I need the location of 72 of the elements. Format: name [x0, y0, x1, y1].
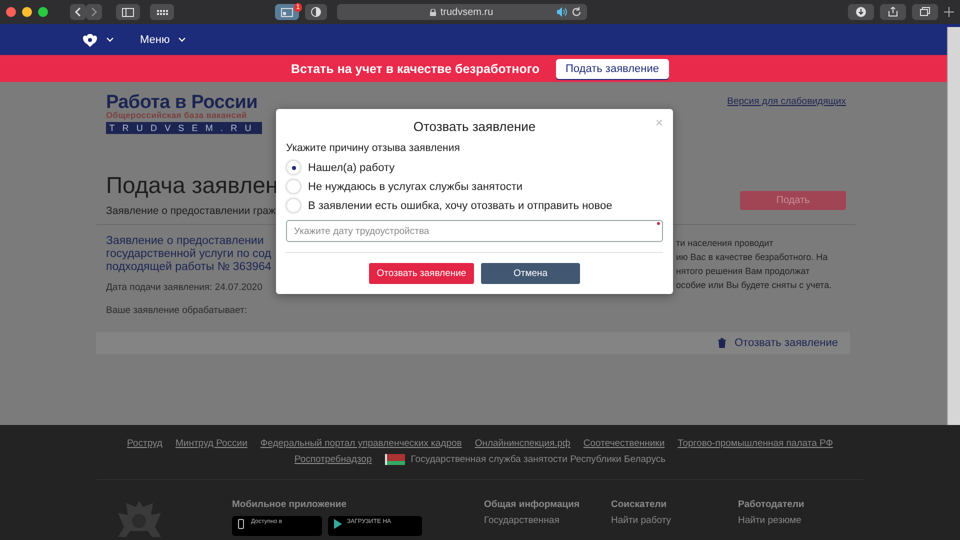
- footer-link[interactable]: Онлайнинспекция.рф: [474, 438, 570, 449]
- withdraw-link[interactable]: Отозвать заявление: [712, 336, 844, 350]
- chevron-down-icon: [178, 37, 186, 42]
- reload-icon[interactable]: [572, 7, 582, 17]
- new-tab-icon[interactable]: [944, 7, 954, 17]
- reason-label[interactable]: В заявлении есть ошибка, хочу отозвать и отправить новое: [308, 200, 612, 212]
- submission-date: Дата подачи заявления: 24.07.2020: [106, 282, 264, 293]
- logo-domain: TRUDVSEM.RU: [106, 122, 262, 134]
- reason-label[interactable]: Не нуждаюсь в услугах службы занятости: [308, 180, 523, 192]
- address-bar[interactable]: trudvsem.ru: [337, 4, 586, 20]
- reason-label[interactable]: Нашел(а) работу: [308, 162, 395, 174]
- chevron-left-icon: [74, 7, 82, 17]
- banner-text: Встать на учет в качестве безработного: [290, 62, 540, 76]
- phone-icon: [238, 519, 246, 529]
- chevron-right-icon: [90, 7, 98, 17]
- sidebar-icon: [122, 8, 134, 16]
- radio-button[interactable]: [286, 198, 301, 213]
- flag-icon: [384, 454, 405, 465]
- reason-prompt: Укажите причину отзыва заявления: [286, 142, 461, 154]
- processor-label: Ваше заявление обрабатывает:: [106, 305, 248, 316]
- footer-heading: Общая информация: [484, 499, 581, 510]
- trash-icon: [718, 338, 726, 348]
- back-button[interactable]: [70, 4, 86, 20]
- tabs-button[interactable]: [912, 4, 938, 20]
- share-button[interactable]: [880, 4, 906, 20]
- download-icon: [856, 7, 866, 17]
- url-text: trudvsem.ru: [440, 6, 494, 18]
- footer-link[interactable]: Федеральный портал управленческих кадров: [260, 438, 462, 449]
- lock-icon: [430, 8, 436, 16]
- footer-link[interactable]: Найти работу: [611, 515, 738, 526]
- minimize-window-button[interactable]: [22, 7, 32, 17]
- withdraw-button[interactable]: Отозвать заявление: [369, 263, 474, 284]
- play-icon: [334, 519, 342, 529]
- radio-button[interactable]: [286, 160, 301, 175]
- chevron-down-icon[interactable]: [106, 37, 114, 42]
- download-button[interactable]: [848, 4, 874, 20]
- radio-button[interactable]: [286, 179, 301, 194]
- application-title: Заявление о предоставлении государственной услуги по сод подходящей работы № 363964: [106, 235, 272, 274]
- footer-link[interactable]: Государственная служба занятости Республики Беларусь: [410, 454, 666, 465]
- footer-link[interactable]: Минтруд России: [175, 438, 248, 449]
- menu-button[interactable]: Меню: [140, 34, 186, 46]
- close-window-button[interactable]: [6, 7, 16, 17]
- cancel-button[interactable]: Отмена: [481, 263, 580, 284]
- date-input-field[interactable]: Укажите дату трудоустройства: [286, 220, 663, 242]
- footer-link[interactable]: Найти резюме: [738, 515, 865, 526]
- accessibility-link[interactable]: Версия для слабовидящих: [727, 96, 846, 107]
- dialog-title: Отозвать заявление: [413, 119, 536, 134]
- contrast-icon: [311, 7, 321, 17]
- logo-subtitle: Общероссийская база вакансий: [106, 111, 248, 120]
- footer-link[interactable]: Торгово-промышленная палата РФ: [678, 438, 833, 449]
- footer-heading: Соискатели: [611, 499, 668, 510]
- page-subtitle: Заявление о предоставлении граж: [106, 205, 276, 217]
- grid-button[interactable]: [150, 4, 174, 20]
- window-icon: [281, 8, 293, 16]
- status-info-text: ти населения проводит ию Вас в качестве безработного. На нятого решения Вам продолжат особие или Вы будете сняты с учета.: [676, 237, 833, 292]
- footer-link[interactable]: Соотечественники: [583, 438, 665, 449]
- share-icon: [888, 7, 898, 17]
- privacy-button[interactable]: [305, 4, 327, 20]
- speaker-icon[interactable]: [556, 7, 566, 17]
- logo-title: Работа в России: [106, 94, 259, 111]
- footer-heading: Мобильное приложение: [232, 499, 348, 510]
- footer-heading: Работодатели: [738, 499, 806, 510]
- footer-link[interactable]: Роструд: [127, 438, 162, 449]
- grid-icon: [156, 10, 168, 14]
- footer-link[interactable]: Роспотребнадзор: [294, 454, 372, 465]
- maximize-window-button[interactable]: [38, 7, 48, 17]
- sidebar-button[interactable]: [116, 4, 140, 20]
- page-title: Подача заявлен: [106, 172, 278, 199]
- apply-button[interactable]: Подать заявление: [556, 58, 669, 78]
- tabs-icon: [920, 7, 930, 17]
- footer-link[interactable]: Государственная: [484, 515, 611, 526]
- forward-button[interactable]: [86, 4, 102, 20]
